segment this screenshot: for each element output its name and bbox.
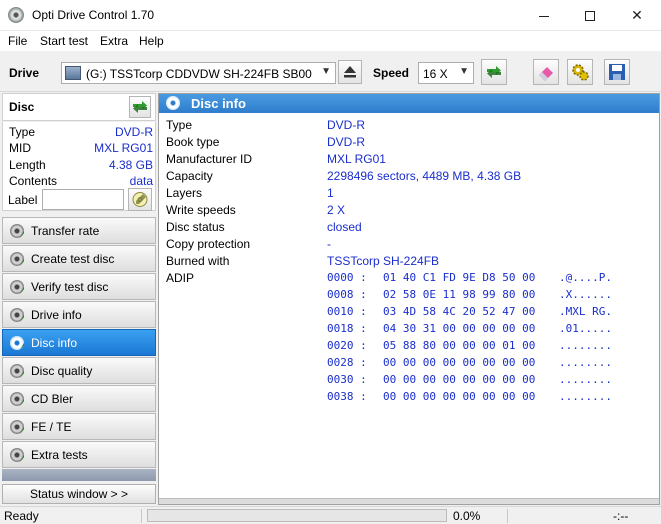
disc-label-icon: [132, 192, 148, 207]
app-disc-icon: [8, 7, 24, 23]
optical-drive-icon: [65, 66, 81, 80]
disc-panel-header: Disc: [2, 93, 156, 121]
info-row-type: Type DVD-R: [166, 118, 365, 132]
menu-start-test[interactable]: Start test: [40, 34, 88, 48]
save-button[interactable]: [604, 59, 630, 85]
disc-check-icon: [10, 308, 24, 322]
nav-disc-info[interactable]: Disc info: [2, 329, 156, 356]
disc-check-icon: [10, 224, 24, 238]
adip-row: 0028 : 00 00 00 00 00 00 00 00 ........: [327, 356, 612, 369]
disc-check-icon: [10, 448, 24, 462]
info-row-manufacturer-id: Manufacturer ID MXL RG01: [166, 152, 386, 166]
disc-label-button[interactable]: [128, 188, 152, 211]
adip-row: 0020 : 05 88 80 00 00 00 01 00 ........: [327, 339, 612, 352]
info-row-burned-with: Burned with TSSTcorp SH-224FB: [166, 254, 440, 268]
title-bar: Opti Drive Control 1.70 ✕: [0, 0, 661, 31]
menu-file[interactable]: File: [8, 34, 27, 48]
status-bar: Ready 0.0% -:--: [0, 506, 661, 524]
nav-drive-info[interactable]: Drive info: [2, 301, 156, 328]
elapsed-time: -:--: [613, 509, 629, 523]
nav-disc-quality[interactable]: Disc quality: [2, 357, 156, 384]
info-row-disc-status: Disc status closed: [166, 220, 362, 234]
info-row-write-speeds: Write speeds 2 X: [166, 203, 346, 217]
disc-info-icon: [166, 96, 180, 110]
maximize-button[interactable]: [567, 0, 613, 31]
adip-row: 0010 : 03 4D 58 4C 20 52 47 00 .MXL RG.: [327, 305, 612, 318]
disc-prop-type: Type DVD-R: [9, 125, 153, 139]
nav-fe-te[interactable]: FE / TE: [2, 413, 156, 440]
eject-button[interactable]: [338, 60, 362, 84]
nav-extra-tests[interactable]: Extra tests: [2, 441, 156, 468]
chevron-down-icon: ▼: [321, 66, 331, 77]
close-button[interactable]: ✕: [614, 0, 660, 31]
disc-label-input[interactable]: [42, 189, 124, 210]
disc-prop-length: Length 4.38 GB: [9, 158, 153, 172]
drive-toolbar: Drive (G:) TSSTcorp CDDVDW SH-224FB SB00…: [0, 52, 661, 92]
disc-check-icon: [10, 392, 24, 406]
refresh-disc-button[interactable]: [129, 96, 151, 118]
gear-icon: [572, 64, 589, 81]
progress-percent: 0.0%: [453, 509, 481, 523]
info-row-capacity: Capacity 2298496 sectors, 4489 MB, 4.38 …: [166, 169, 522, 183]
status-window-button[interactable]: Status window > >: [2, 484, 156, 504]
refresh-arrows-icon: [487, 66, 501, 78]
status-divider: [507, 509, 508, 523]
disc-prop-mid: MID MXL RG01: [9, 141, 153, 155]
adip-row: 0000 : 01 40 C1 FD 9E D8 50 00 .@....P.: [327, 271, 612, 284]
menu-extra[interactable]: Extra: [100, 34, 128, 48]
disc-panel-title: Disc: [9, 100, 35, 114]
disc-info-panel: Disc info Type DVD-R Book type DVD-R Man…: [158, 93, 660, 505]
progress-bar: [147, 509, 447, 522]
window-title: Opti Drive Control 1.70: [32, 8, 155, 22]
nav-transfer-rate[interactable]: Transfer rate: [2, 217, 156, 244]
disc-check-icon: [10, 252, 24, 266]
nav-cd-bler[interactable]: CD Bler: [2, 385, 156, 412]
menu-bar: File Start test Extra Help: [0, 31, 661, 51]
panel-bottom-border: [159, 498, 659, 504]
status-divider: [141, 509, 142, 523]
disc-check-icon: [10, 420, 24, 434]
floppy-disk-icon: [609, 64, 625, 80]
menu-help[interactable]: Help: [139, 34, 164, 48]
disc-label-row: Label: [2, 188, 156, 212]
eraser-icon: [539, 67, 553, 81]
nav-spacer: [2, 469, 156, 481]
speed-select-value: 16 X: [423, 67, 448, 81]
adip-row: 0030 : 00 00 00 00 00 00 00 00 ........: [327, 373, 612, 386]
speed-label: Speed: [373, 66, 410, 80]
nav-verify-test-disc[interactable]: Verify test disc: [2, 273, 156, 300]
disc-check-icon: [10, 280, 24, 294]
left-panel: Disc Type DVD-R MID MXL RG01 Length 4.38…: [0, 93, 158, 505]
drive-select-value: (G:) TSSTcorp CDDVDW SH-224FB SB00: [86, 67, 312, 81]
maximize-icon: [585, 11, 595, 22]
minimize-icon: [539, 15, 549, 17]
disc-check-icon: [10, 364, 24, 378]
disc-info-title: Disc info: [191, 96, 246, 111]
info-row-layers: Layers 1: [166, 186, 334, 200]
adip-row: 0008 : 02 58 0E 11 98 99 80 00 .X......: [327, 288, 612, 301]
erase-button[interactable]: [533, 59, 559, 85]
info-row-copy-protection: Copy protection -: [166, 237, 331, 251]
disc-info-header: Disc info: [159, 94, 659, 113]
speed-select[interactable]: 16 X ▼: [418, 62, 474, 84]
adip-row: 0038 : 00 00 00 00 00 00 00 00 ........: [327, 390, 612, 403]
chevron-down-icon: ▼: [459, 66, 469, 77]
refresh-arrows-icon: [133, 101, 147, 113]
adip-row: 0018 : 04 30 31 00 00 00 00 00 .01.....: [327, 322, 612, 335]
disc-check-icon: [10, 336, 24, 350]
drive-label: Drive: [9, 66, 40, 80]
minimize-button[interactable]: [521, 0, 567, 31]
eject-icon: [344, 66, 356, 78]
status-text: Ready: [4, 509, 39, 523]
disc-label-caption: Label: [8, 193, 38, 207]
close-icon: ✕: [631, 7, 643, 23]
nav-create-test-disc[interactable]: Create test disc: [2, 245, 156, 272]
refresh-speed-button[interactable]: [481, 59, 507, 85]
settings-button[interactable]: [567, 59, 593, 85]
info-row-book-type: Book type DVD-R: [166, 135, 365, 149]
drive-select[interactable]: (G:) TSSTcorp CDDVDW SH-224FB SB00 ▼: [61, 62, 336, 84]
